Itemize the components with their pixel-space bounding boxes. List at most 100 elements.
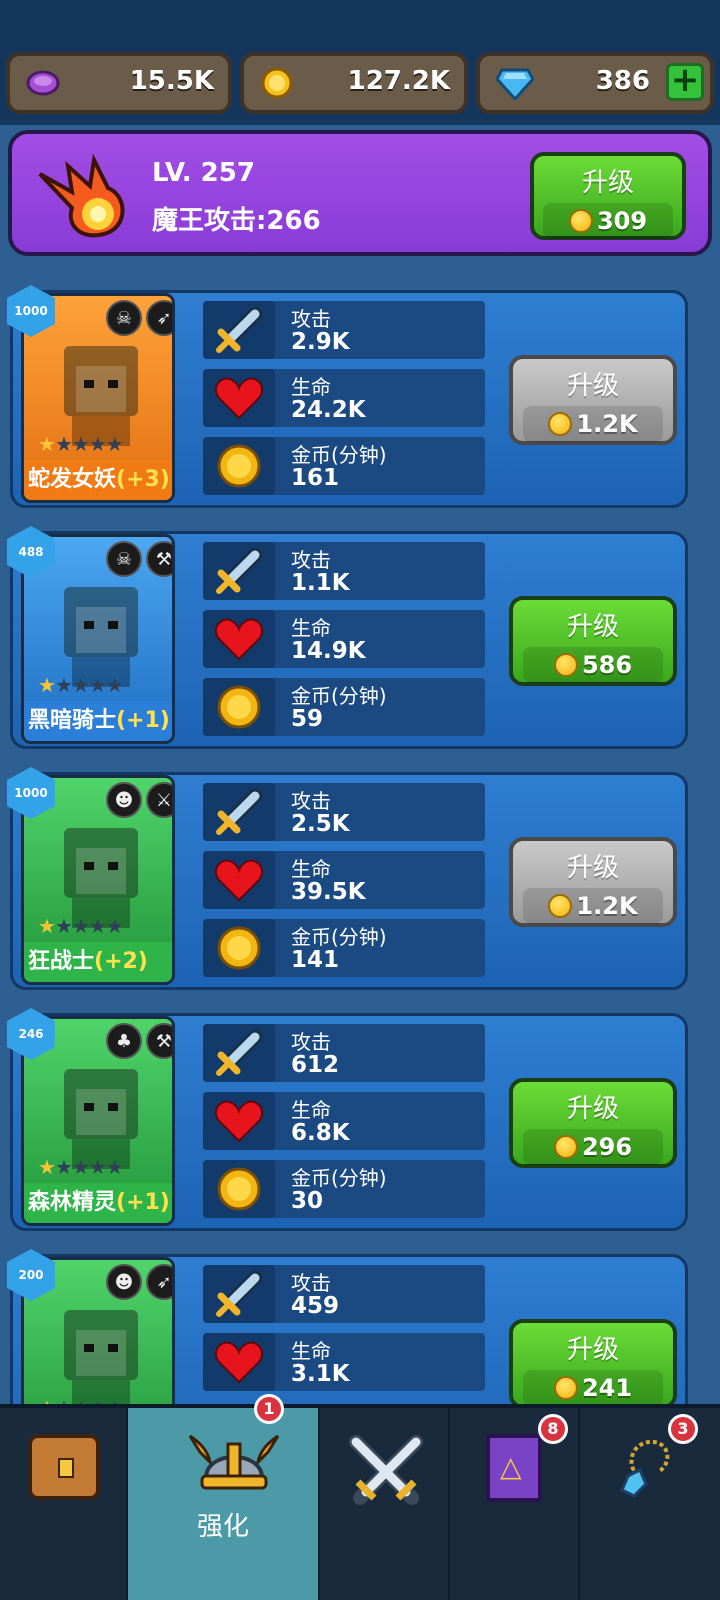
attack-value: 2.9K <box>291 329 350 355</box>
gold-value: 30 <box>291 1188 324 1214</box>
gold-value: 59 <box>291 706 324 732</box>
life-value: 24.2K <box>291 397 366 423</box>
hero-upgrade-cost-row: 1.2K <box>522 888 664 924</box>
gold-coin-icon <box>217 1167 261 1211</box>
hero-name-bar: 蛇发女妖(+3) <box>24 460 172 500</box>
viking-helmet-icon <box>188 1434 280 1490</box>
hero-upgrade-label: 升级 <box>566 1094 619 1124</box>
heart-icon <box>214 1100 264 1143</box>
hero-name: 狂战士 <box>28 949 95 974</box>
hero-upgrade-cost-row: 1.2K <box>522 406 664 442</box>
hero-name-bar: 森林精灵(+1) <box>24 1183 172 1223</box>
attack-label: 攻击 <box>291 789 331 813</box>
hero-upgrade-cost: 296 <box>581 1133 633 1161</box>
fireball-icon <box>32 152 132 242</box>
hero-upgrade-button[interactable]: 升级 1.2K <box>509 837 677 927</box>
upgrade-badge: 1 <box>254 1394 284 1424</box>
gold-value: 141 <box>291 947 340 973</box>
boss-upgrade-button[interactable]: 升级 309 <box>530 152 686 240</box>
gold-icon-box <box>203 1160 275 1218</box>
life-icon-box <box>203 1092 275 1150</box>
gold-icon-box <box>203 678 275 736</box>
skull-icon: ☠ <box>106 300 142 336</box>
attack-stat: 攻击 1.1K <box>203 542 485 600</box>
hero-upgrade-button[interactable]: 升级 1.2K <box>509 355 677 445</box>
spellbook-badge: 8 <box>538 1414 568 1444</box>
hammer-icon: ⚒ <box>146 1023 172 1059</box>
life-stat: 生命 24.2K <box>203 369 485 427</box>
hero-card: ☻ ⚔ ★★★★★ 狂战士(+2) 1000 攻击 2.5K 生命 39.5K … <box>7 767 688 990</box>
attack-stat: 攻击 2.5K <box>203 783 485 841</box>
hero-upgrade-label: 升级 <box>566 371 619 401</box>
life-label: 生命 <box>291 857 331 881</box>
coin-icon <box>553 653 578 677</box>
hero-upgrade-cost: 586 <box>581 651 633 679</box>
attack-label: 攻击 <box>291 1030 331 1054</box>
life-stat: 生命 6.8K <box>203 1092 485 1150</box>
boss-upgrade-label: 升级 <box>581 168 634 198</box>
star-icon: ★ <box>105 1155 124 1179</box>
attack-label: 攻击 <box>291 307 331 331</box>
hero-class-icons: ☠ ➶ <box>106 300 172 336</box>
gold-stat: 金币(分钟) 59 <box>203 678 485 736</box>
hero-name-bar: 黑暗骑士(+1) <box>24 701 172 741</box>
star-icon: ★ <box>54 673 73 697</box>
boss-level: LV. 257 <box>152 158 255 188</box>
star-icon: ★ <box>38 1155 56 1179</box>
star-icon: ★ <box>71 1155 90 1179</box>
hero-stars: ★★★★★ <box>38 914 124 938</box>
purple-currency-bar: 15.5K <box>6 52 232 114</box>
nav-spellbook-tab[interactable]: 8 <box>450 1408 580 1600</box>
sword-icon <box>216 1271 262 1317</box>
hero-stars: ★★★★★ <box>38 432 124 456</box>
gold-icon-box <box>203 919 275 977</box>
nav-upgrade-tab[interactable]: 强化 1 <box>128 1394 320 1600</box>
star-icon: ★ <box>88 673 107 697</box>
gold-label: 金币(分钟) <box>291 1166 387 1190</box>
hero-bonus: (+1) <box>116 1190 170 1215</box>
diamond-currency-value: 386 <box>595 66 650 96</box>
heart-icon <box>214 1341 264 1384</box>
hero-upgrade-cost: 1.2K <box>576 410 638 438</box>
hero-class-icons: ☻ ⚔ <box>106 782 172 818</box>
hero-bonus: (+2) <box>94 949 148 974</box>
hero-card: ☠ ➶ ★★★★★ 蛇发女妖(+3) 1000 攻击 2.9K 生命 24.2K… <box>7 285 688 508</box>
life-stat: 生命 3.1K <box>203 1333 485 1391</box>
nav-chest-tab[interactable] <box>0 1408 128 1600</box>
hero-bonus: (+1) <box>116 708 170 733</box>
star-icon: ★ <box>54 432 73 456</box>
skull-icon: ☠ <box>106 541 142 577</box>
hero-stars: ★★★★★ <box>38 1155 124 1179</box>
heart-icon <box>214 859 264 902</box>
coin-icon <box>568 209 593 233</box>
hero-name: 蛇发女妖 <box>28 467 117 492</box>
hero-upgrade-button[interactable]: 升级 296 <box>509 1078 677 1168</box>
gold-currency-bar: 127.2K <box>240 52 468 114</box>
life-label: 生命 <box>291 616 331 640</box>
hero-upgrade-button[interactable]: 升级 586 <box>509 596 677 686</box>
buy-diamonds-button[interactable]: + <box>666 63 704 101</box>
nav-battle-tab[interactable] <box>320 1408 450 1600</box>
star-icon: ★ <box>105 432 124 456</box>
life-icon-box <box>203 369 275 427</box>
amulet-icon <box>620 1439 670 1498</box>
hero-card: ♣ ⚒ ★★★★★ 森林精灵(+1) 246 攻击 612 生命 6.8K 金币… <box>7 1008 688 1231</box>
life-label: 生命 <box>291 1339 331 1363</box>
coin-icon <box>553 1135 578 1159</box>
nav-amulet-tab[interactable]: 3 <box>580 1408 720 1600</box>
sword-icon <box>216 789 262 835</box>
spell-book-icon <box>486 1434 542 1502</box>
attack-icon-box <box>203 301 275 359</box>
hero-class-icons: ☻ ➶ <box>106 1264 172 1300</box>
life-value: 39.5K <box>291 879 366 905</box>
bow-icon: ➶ <box>146 1264 172 1300</box>
hero-upgrade-button[interactable]: 升级 241 <box>509 1319 677 1409</box>
orc-icon: ☻ <box>106 782 142 818</box>
gold-coin-icon <box>217 685 261 729</box>
heart-icon <box>214 618 264 661</box>
boss-attack-panel: LV. 257 魔王攻击:266 升级 309 <box>8 130 712 256</box>
hero-upgrade-cost: 241 <box>581 1374 633 1402</box>
elf-icon: ♣ <box>106 1023 142 1059</box>
purple-currency-value: 15.5K <box>129 66 214 96</box>
gold-label: 金币(分钟) <box>291 684 387 708</box>
